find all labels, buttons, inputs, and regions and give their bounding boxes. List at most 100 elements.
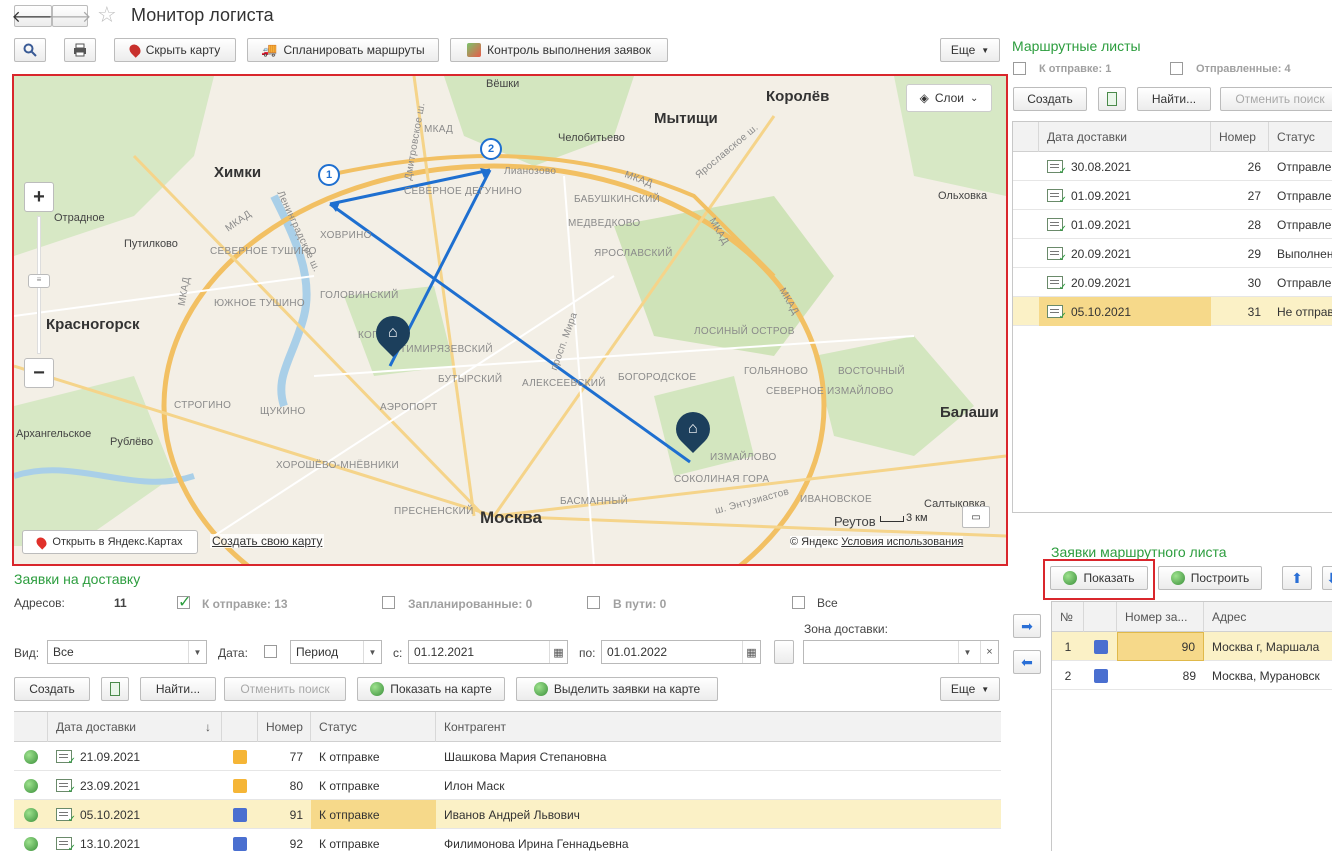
move-down-button[interactable]: ⬇ (1322, 566, 1332, 590)
route-sheets-header: Дата доставки Номер Статус (1013, 122, 1332, 152)
document-icon (56, 808, 76, 825)
truck-icon: 🚚 (261, 42, 278, 57)
move-up-button[interactable]: ⬆ (1282, 566, 1312, 590)
table-row[interactable]: 23.09.202180К отправкеИлон Маск (14, 771, 1001, 800)
col-status[interactable]: Статус (311, 712, 436, 742)
col-number[interactable]: Номер за... (1117, 602, 1204, 632)
col-date[interactable]: Дата доставки ↓ (48, 712, 222, 742)
search-button[interactable] (14, 38, 46, 62)
map-panel[interactable]: Химки Мытищи Королёв Красногорск Москва … (12, 74, 1008, 566)
map-check-icon (467, 43, 482, 57)
view-select[interactable]: Все ▼ (47, 640, 207, 664)
district-label: АЭРОПОРТ (380, 402, 438, 413)
highlight-on-map-button[interactable]: Выделить заявки на карте (516, 677, 718, 701)
rs-copy-button[interactable] (1098, 87, 1126, 111)
rs-cancel-search-button[interactable]: Отменить поиск (1220, 87, 1332, 111)
show-button[interactable]: Показать (1050, 566, 1148, 590)
col-number[interactable]: Номер (1211, 122, 1269, 152)
table-row[interactable]: 2 89 Москва, Мурановск (1052, 661, 1332, 690)
orders-more-button[interactable]: Еще ▼ (940, 677, 1000, 701)
chevron-down-icon[interactable]: ▼ (958, 641, 976, 663)
route-sheets-table[interactable]: Дата доставки Номер Статус 30.08.202126О… (1012, 121, 1332, 513)
build-button[interactable]: Построить (1158, 566, 1262, 590)
rs-create-button[interactable]: Создать (1013, 87, 1087, 111)
zone-select[interactable]: ▼ × (803, 640, 999, 664)
district-label: СТРОГИНО (174, 400, 232, 411)
route-orders-table[interactable]: № Номер за... Адрес 1 90 Москва г, Маршала… (1051, 601, 1332, 851)
map-label: Красногорск (46, 316, 140, 333)
map-canvas[interactable] (14, 76, 1006, 564)
back-button[interactable]: 🡐 (12, 5, 54, 27)
table-row[interactable]: 1 90 Москва г, Маршала (1052, 632, 1332, 661)
globe-icon (533, 682, 548, 696)
move-right-button[interactable]: ➡ (1013, 614, 1041, 638)
route-marker[interactable]: 2 (480, 138, 502, 160)
col-address[interactable]: Адрес (1204, 602, 1332, 632)
table-row[interactable]: 05.10.202191К отправкеИванов Андрей Льво… (14, 800, 1001, 829)
district-label: ЯРОСЛАВСКИЙ (594, 248, 673, 259)
clear-icon[interactable]: × (980, 641, 998, 663)
terms-link[interactable]: Условия использования (841, 536, 963, 548)
control-orders-button[interactable]: Контроль выполнения заявок (450, 38, 668, 62)
map-label: Химки (214, 164, 262, 181)
move-left-button[interactable]: ⬅ (1013, 650, 1041, 674)
print-button[interactable] (64, 38, 96, 62)
globe-icon (24, 749, 38, 764)
more-button[interactable]: Еще ▼ (940, 38, 1000, 62)
rs-find-button[interactable]: Найти... (1137, 87, 1211, 111)
col-client[interactable]: Контрагент (436, 712, 1001, 742)
district-label: БАБУШКИНСКИЙ (574, 194, 661, 205)
table-row[interactable]: 21.09.202177К отправкеШашкова Мария Степ… (14, 742, 1001, 771)
rs-sent-checkbox[interactable] (1170, 62, 1183, 75)
arrow-down-icon: ⬇ (1326, 570, 1332, 587)
col-status[interactable]: Статус (1269, 122, 1332, 152)
col-date[interactable]: Дата доставки (1039, 122, 1211, 152)
open-yandex-button[interactable]: Открыть в Яндекс.Картах (22, 530, 198, 554)
in-transit-label: В пути: 0 (613, 597, 667, 611)
chevron-down-icon: ⌄ (970, 92, 979, 104)
all-checkbox[interactable] (792, 596, 805, 609)
layers-button[interactable]: ◈ Слои ⌄ (906, 84, 992, 112)
document-icon (1047, 276, 1067, 293)
rs-to-send-checkbox[interactable] (1013, 62, 1026, 75)
copy-order-button[interactable] (101, 677, 129, 701)
in-transit-checkbox[interactable] (587, 596, 600, 609)
find-button[interactable]: Найти... (140, 677, 216, 701)
ruler-button[interactable]: ▭ (962, 506, 990, 528)
table-row[interactable]: 05.10.202131Не отправ (1013, 297, 1332, 326)
route-marker[interactable]: 1 (318, 164, 340, 186)
zoom-out-button[interactable]: − (24, 358, 54, 388)
map-label: Вёшки (486, 78, 520, 90)
calendar-icon[interactable]: ▦ (742, 641, 760, 663)
period-select[interactable]: Период ▼ (290, 640, 382, 664)
col-number[interactable]: Номер (258, 712, 311, 742)
favorite-star-icon[interactable]: ☆ (97, 2, 117, 28)
date-checkbox[interactable] (264, 645, 277, 658)
col-n[interactable]: № (1052, 602, 1084, 632)
calendar-icon[interactable]: ▦ (549, 641, 567, 663)
table-row[interactable]: 01.09.202128Отправле (1013, 210, 1332, 239)
zoom-in-button[interactable]: + (24, 182, 54, 212)
to-date-input[interactable]: 01.01.2022 ▦ (601, 640, 761, 664)
show-on-map-button[interactable]: Показать на карте (357, 677, 505, 701)
table-row[interactable]: 13.10.202192К отправкеФилимонова Ирина Г… (14, 829, 1001, 851)
table-row[interactable]: 30.08.202126Отправле (1013, 152, 1332, 181)
to-send-checkbox[interactable] (177, 592, 191, 612)
table-row[interactable]: 01.09.202127Отправле (1013, 181, 1332, 210)
planned-checkbox[interactable] (382, 596, 395, 609)
forward-button[interactable]: 🡒 (49, 5, 91, 27)
table-row[interactable]: 20.09.202129Выполнен (1013, 239, 1332, 268)
from-date-input[interactable]: 01.12.2021 ▦ (408, 640, 568, 664)
rs-sent-label: Отправленные: 4 (1196, 63, 1291, 75)
hide-map-button[interactable]: Скрыть карту (114, 38, 236, 62)
district-label: ИВАНОВСКОЕ (800, 494, 872, 505)
zoom-slider-handle[interactable]: ≡ (28, 274, 50, 288)
plan-routes-button[interactable]: 🚚 Спланировать маршруты (247, 38, 439, 62)
cancel-search-button[interactable]: Отменить поиск (224, 677, 346, 701)
create-map-link[interactable]: Создать свою карту (210, 534, 325, 548)
period-picker-button[interactable] (774, 640, 794, 664)
orders-table[interactable]: Дата доставки ↓ Номер Статус Контрагент … (14, 711, 1001, 851)
district-label: ИЗМАЙЛОВО (710, 452, 777, 463)
create-order-button[interactable]: Создать (14, 677, 90, 701)
table-row[interactable]: 20.09.202130Отправле (1013, 268, 1332, 297)
